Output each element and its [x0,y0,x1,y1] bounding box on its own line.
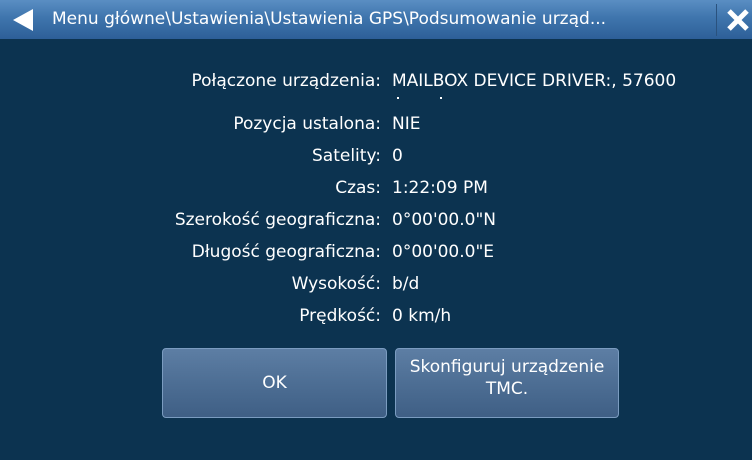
row-latitude: Szerokość geograficzna: 0°00'00.0"N [0,206,752,234]
longitude-label: Długość geograficzna: [191,242,381,262]
row-position-fixed: Pozycja ustalona: NIE [0,110,752,138]
position-fixed-value: NIE [392,114,421,134]
row-speed: Prędkość: 0 km/h [0,302,752,330]
time-value: 1:22:09 PM [392,178,488,198]
row-time: Czas: 1:22:09 PM [0,174,752,202]
latitude-label: Szerokość geograficzna: [174,210,381,230]
back-arrow-icon [13,9,33,31]
longitude-value: 0°00'00.0"E [392,242,495,262]
close-button[interactable] [725,7,751,33]
row-satellites: Satelity: 0 [0,142,752,170]
title-divider [716,4,717,36]
row-longitude: Długość geograficzna: 0°00'00.0"E [0,238,752,266]
close-icon [727,9,749,31]
position-fixed-label: Pozycja ustalona: [233,114,381,134]
satellites-value: 0 [392,146,403,166]
screen-artifact [440,97,442,99]
row-altitude: Wysokość: b/d [0,270,752,298]
ok-button[interactable]: OK [162,348,387,418]
breadcrumb-title: Menu główne\Ustawienia\Ustawienia GPS\Po… [52,9,607,29]
latitude-value: 0°00'00.0"N [392,210,497,230]
speed-value: 0 km/h [392,306,452,326]
ok-button-label: OK [262,373,287,393]
screen-artifact [397,97,399,99]
connected-devices-value: MAILBOX DEVICE DRIVER:, 57600 [392,71,677,91]
connected-devices-label: Połączone urządzenia: [191,71,381,91]
title-bar: Menu główne\Ustawienia\Ustawienia GPS\Po… [0,0,752,39]
back-button[interactable] [9,8,37,32]
configure-tmc-button-label: Skonfiguruj urządzenie TMC. [409,357,605,399]
time-label: Czas: [335,178,381,198]
configure-tmc-button[interactable]: Skonfiguruj urządzenie TMC. [395,348,619,418]
speed-label: Prędkość: [299,306,381,326]
altitude-value: b/d [392,274,420,294]
altitude-label: Wysokość: [291,274,381,294]
satellites-label: Satelity: [312,146,381,166]
row-connected-devices: Połączone urządzenia: MAILBOX DEVICE DRI… [0,67,752,95]
